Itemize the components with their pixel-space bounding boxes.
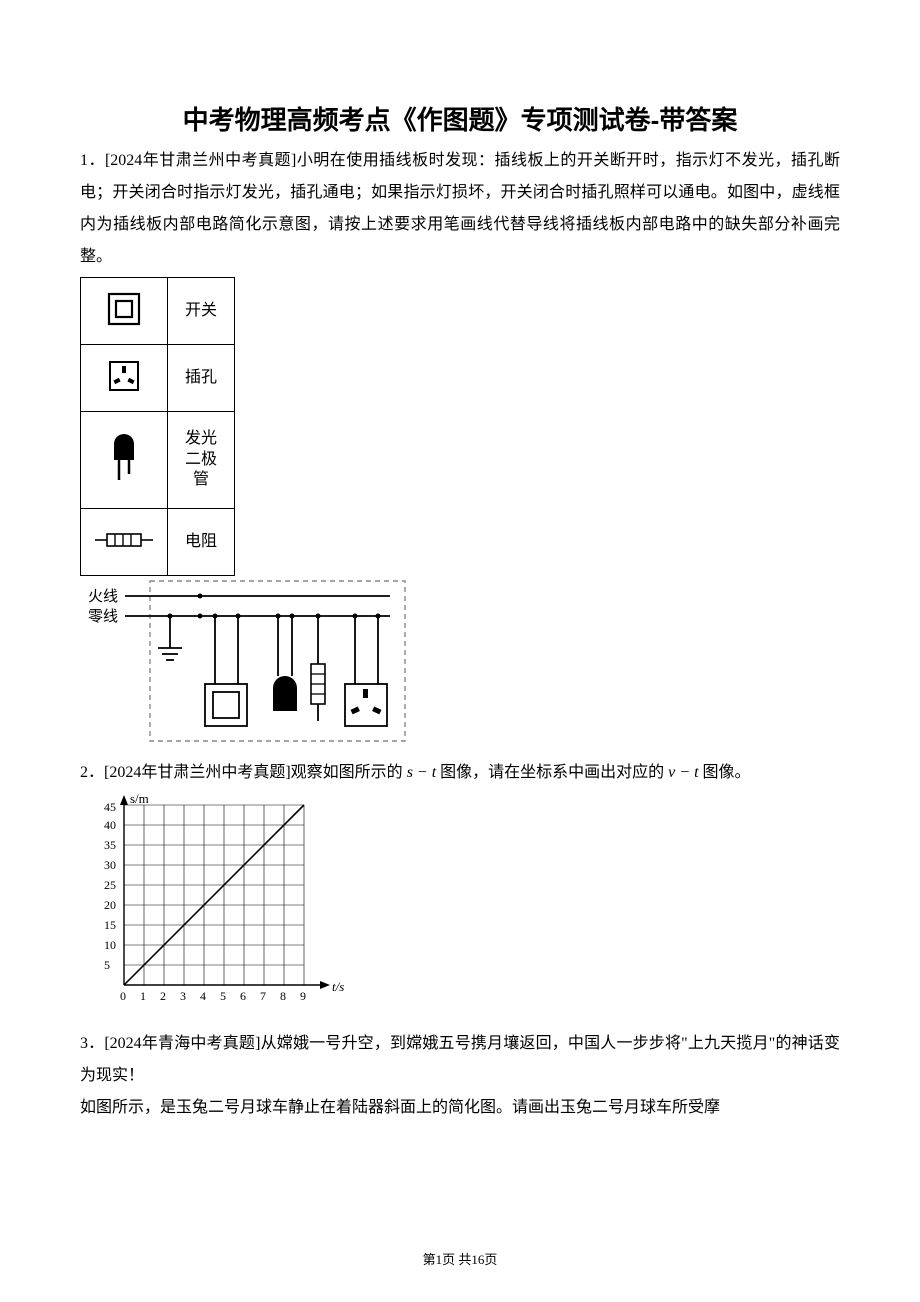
page-footer: 第1页 共16页	[0, 1249, 920, 1268]
st-chart: s/m t/s 5 10 15 20 25 30 35 40 45 0 1 2 …	[80, 791, 840, 1026]
footer-prefix: 第	[423, 1252, 436, 1267]
circuit-diagram: 火线 零线	[80, 576, 840, 751]
svg-text:5: 5	[220, 989, 226, 1003]
question-1: 1．[2024年甘肃兰州中考真题]小明在使用插线板时发现：插线板上的开关断开时，…	[80, 145, 840, 273]
q2-prefix: 2．[2024年甘肃兰州中考真题]	[80, 764, 291, 781]
svg-text:40: 40	[104, 818, 116, 832]
table-row: 插孔	[81, 345, 235, 412]
table-row: 开关	[81, 278, 235, 345]
svg-text:9: 9	[300, 989, 306, 1003]
question-3: 3．[2024年青海中考真题]从嫦娥一号升空，到嫦娥五号携月壤返回，中国人一步步…	[80, 1028, 840, 1092]
q1-prefix: 1．[2024年甘肃兰州中考真题]	[80, 152, 296, 169]
svg-text:7: 7	[260, 989, 266, 1003]
table-row: 发光二极管	[81, 412, 235, 509]
question-2: 2．[2024年甘肃兰州中考真题]观察如图所示的 s − t 图像，请在坐标系中…	[80, 757, 840, 789]
q3-text-b: 如图所示，是玉兔二号月球车静止在着陆器斜面上的简化图。请画出玉兔二号月球车所受摩	[80, 1092, 840, 1124]
led-icon	[81, 412, 168, 509]
socket-label: 插孔	[168, 345, 235, 412]
neutral-label: 零线	[88, 608, 118, 625]
page: 中考物理高频考点《作图题》专项测试卷-带答案 1．[2024年甘肃兰州中考真题]…	[0, 0, 920, 1302]
svg-text:30: 30	[104, 858, 116, 872]
svg-text:2: 2	[160, 989, 166, 1003]
svg-text:25: 25	[104, 878, 116, 892]
svg-text:3: 3	[180, 989, 186, 1003]
resistor-icon	[81, 509, 168, 576]
svg-text:1: 1	[140, 989, 146, 1003]
socket-icon	[81, 345, 168, 412]
footer-suffix: 页	[484, 1252, 497, 1267]
switch-label: 开关	[168, 278, 235, 345]
legend-table: 开关 插孔 发光二极管	[80, 277, 235, 576]
svg-text:35: 35	[104, 838, 116, 852]
y-axis-label: s/m	[130, 791, 149, 806]
svg-text:5: 5	[104, 958, 110, 972]
footer-mid: 页 共	[442, 1252, 471, 1267]
svg-text:6: 6	[240, 989, 246, 1003]
vt-var: v − t	[668, 764, 698, 781]
table-row: 电阻	[81, 509, 235, 576]
switch-icon	[81, 278, 168, 345]
footer-total: 16	[471, 1252, 484, 1267]
q2-text-a: 观察如图所示的	[291, 764, 407, 781]
q3-prefix: 3．[2024年青海中考真题]	[80, 1035, 260, 1052]
page-title: 中考物理高频考点《作图题》专项测试卷-带答案	[80, 100, 840, 137]
led-label: 发光二极管	[168, 412, 235, 509]
svg-text:20: 20	[104, 898, 116, 912]
live-label: 火线	[88, 588, 118, 605]
svg-text:10: 10	[104, 938, 116, 952]
x-axis-label: t/s	[332, 979, 344, 994]
svg-text:15: 15	[104, 918, 116, 932]
resistor-label: 电阻	[168, 509, 235, 576]
svg-text:0: 0	[120, 989, 126, 1003]
svg-text:45: 45	[104, 800, 116, 814]
q2-text-b: 图像，请在坐标系中画出对应的	[436, 764, 668, 781]
st-var: s − t	[407, 764, 436, 781]
q2-text-c: 图像。	[699, 764, 751, 781]
svg-text:8: 8	[280, 989, 286, 1003]
svg-text:4: 4	[200, 989, 206, 1003]
